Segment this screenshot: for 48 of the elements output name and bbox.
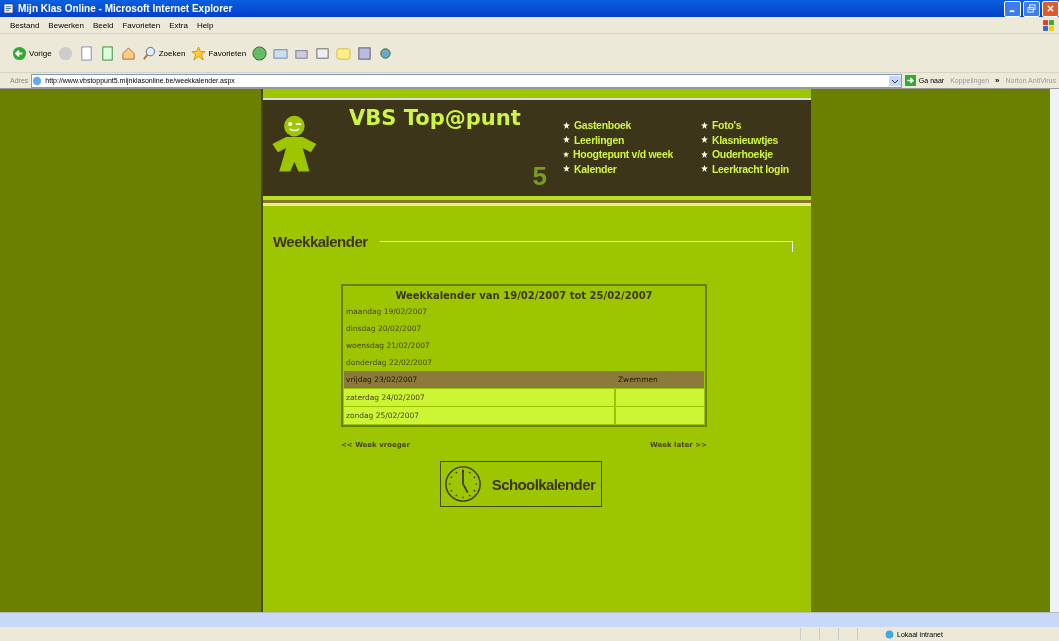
star-icon (562, 121, 570, 129)
favorites-button[interactable]: Favorieten (191, 42, 247, 64)
calendar-title: Weekkalender van 19/02/2007 tot 25/02/2007 (394, 289, 654, 303)
clock-icon (443, 465, 482, 503)
windows-logo-icon (1042, 18, 1055, 32)
menu-item[interactable]: Favorieten (122, 20, 161, 30)
horizontal-scrollbar[interactable] (0, 612, 1059, 627)
dropdown-caret-icon[interactable] (888, 75, 901, 86)
star-icon (700, 121, 708, 129)
nav-link[interactable]: Kalender (562, 161, 673, 176)
star-icon (700, 150, 708, 158)
site-title: VBS Top@punt (349, 106, 521, 130)
class-number: 5 (532, 161, 547, 192)
go-arrow-icon (904, 75, 916, 86)
nav-link[interactable]: Gastenboek (562, 118, 673, 133)
page-heading: Weekkalender (272, 233, 368, 250)
nav-link[interactable]: Ouderhoekje (700, 147, 811, 162)
menu-item[interactable]: Bewerken (48, 20, 84, 30)
search-button[interactable]: Zoeken (141, 42, 186, 64)
menu-item[interactable]: Help (196, 20, 214, 30)
minimize-button[interactable] (1004, 0, 1021, 17)
vertical-scrollbar[interactable] (1050, 89, 1059, 612)
page-icon (3, 3, 14, 14)
menu-item[interactable]: Beeld (92, 20, 114, 30)
search-icon (141, 45, 157, 61)
menu-item[interactable]: Extra (169, 20, 188, 30)
nav-link[interactable]: Hoogtepunt v/d week (562, 147, 673, 162)
restore-icon (1027, 4, 1036, 13)
globe-icon (884, 628, 895, 640)
back-button[interactable]: Vorige (12, 42, 52, 64)
nav-link[interactable]: Klasnieuwtjes (700, 132, 811, 147)
menu-item[interactable]: Bestand (10, 20, 40, 30)
window-title: Mijn Klas Online - Microsoft Internet Explorer (18, 3, 233, 14)
close-icon (1046, 4, 1055, 13)
page-icon (32, 75, 43, 86)
star-icon (191, 45, 207, 61)
star-icon (562, 165, 570, 173)
nav-link[interactable]: Leerlingen (562, 132, 673, 147)
star-icon (700, 165, 708, 173)
star-icon (562, 150, 570, 158)
chevron-button[interactable]: » (995, 76, 1000, 85)
close-button[interactable] (1042, 0, 1059, 17)
school-calendar-button[interactable]: Schoolkalender (439, 461, 603, 507)
star-icon (700, 136, 708, 144)
star-icon (562, 136, 570, 144)
nav-link[interactable]: Foto's (700, 118, 811, 133)
nav-link[interactable]: Leerkracht login (700, 161, 811, 176)
restore-button[interactable] (1023, 0, 1040, 17)
